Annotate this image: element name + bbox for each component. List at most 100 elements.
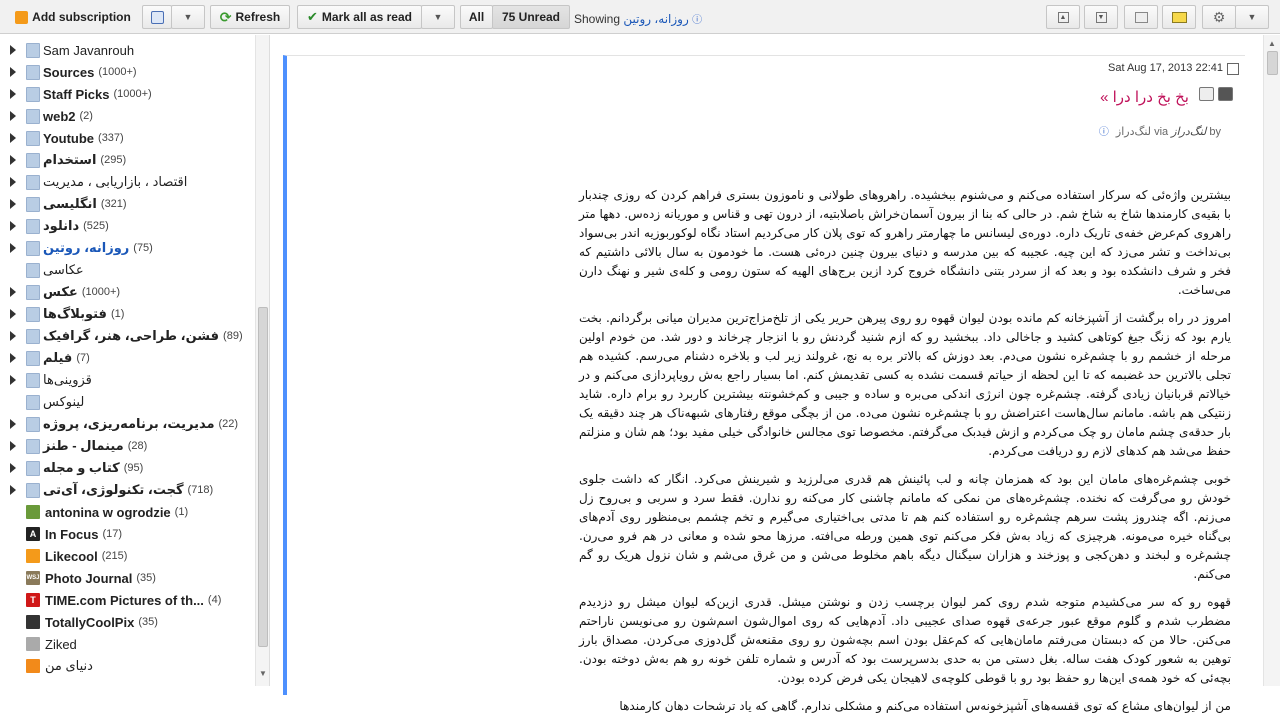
expand-arrow-icon[interactable] — [10, 111, 16, 121]
expand-arrow-icon[interactable] — [10, 221, 16, 231]
expand-arrow-icon[interactable] — [10, 133, 16, 143]
expand-arrow-icon[interactable] — [10, 419, 16, 429]
expand-arrow-icon[interactable] — [10, 463, 16, 473]
folder-icon — [26, 108, 40, 124]
filter-unread-button[interactable]: 75 Unread — [492, 5, 570, 29]
sidebar-feed[interactable]: TotallyCoolPix (35) — [0, 611, 254, 633]
expand-arrow-icon[interactable] — [10, 199, 16, 209]
feed-favicon-icon: WSJ — [26, 571, 40, 585]
expand-arrow-icon[interactable] — [10, 155, 16, 165]
mark-read-dropdown-button[interactable]: ▼ — [421, 5, 455, 29]
sidebar-item-label: عکاسی — [43, 262, 84, 277]
next-item-button[interactable]: ▼ — [1084, 5, 1118, 29]
expand-arrow-icon[interactable] — [10, 309, 16, 319]
settings-button[interactable]: ⚙ — [1202, 5, 1236, 29]
sidebar-item-label: web2 — [43, 108, 76, 124]
sidebar-folder[interactable]: Sam Javanrouh — [0, 39, 254, 61]
sidebar-folder[interactable]: مینمال - طنز (28) — [0, 435, 254, 457]
unread-count: (1000+) — [113, 88, 152, 100]
info-icon[interactable]: ⓘ — [692, 15, 702, 26]
sidebar-feed[interactable]: Ziked — [0, 633, 254, 655]
sidebar-folder[interactable]: کتاب و مجله (95) — [0, 457, 254, 479]
entry-card[interactable]: Sat Aug 17, 2013 22:41 بخ بخ درا درا » b… — [283, 55, 1245, 713]
sidebar-folder[interactable]: گجت، تکنولوژی، آی‌تی (718) — [0, 479, 254, 501]
sidebar-folder[interactable]: استخدام (295) — [0, 149, 254, 171]
sidebar-folder[interactable]: Youtube (337) — [0, 127, 254, 149]
sidebar-item-label: TIME.com Pictures of th... — [45, 592, 204, 608]
sidebar-feed[interactable]: A In Focus (17) — [0, 523, 254, 545]
info-icon[interactable]: ⓘ — [1099, 127, 1109, 138]
folder-icon — [26, 350, 40, 366]
showing-label: Showing روزانه، روتین ⓘ — [574, 12, 703, 26]
unread-count: (1) — [174, 506, 189, 518]
expand-arrow-icon[interactable] — [10, 353, 16, 363]
expand-arrow-icon[interactable] — [10, 287, 16, 297]
camera-icon[interactable] — [1218, 87, 1233, 101]
sidebar-folder[interactable]: عکاسی — [0, 259, 254, 281]
sidebar-scrollbar-thumb[interactable] — [258, 307, 268, 647]
feed-favicon-icon — [26, 549, 40, 563]
add-subscription-button[interactable]: Add subscription — [8, 5, 138, 29]
sidebar-folder[interactable]: انگلیسی (321) — [0, 193, 254, 215]
sidebar-folder[interactable]: اقتصاد ، بازاریابی ، مدیریت — [0, 171, 254, 193]
sidebar-folder[interactable]: فتوبلاگ‌ها (1) — [0, 303, 254, 325]
sidebar-folder[interactable]: قزوینی‌ها — [0, 369, 254, 391]
expand-arrow-icon[interactable] — [10, 45, 16, 55]
folder-icon — [26, 240, 40, 256]
feed-favicon-icon: T — [26, 593, 40, 607]
list-view-button[interactable] — [1162, 5, 1196, 29]
settings-view-icon — [150, 10, 164, 24]
sidebar-item-label: فیلم — [43, 350, 73, 365]
view-dropdown-button[interactable]: ▼ — [171, 5, 205, 29]
expand-arrow-icon[interactable] — [10, 441, 16, 451]
unread-count: (718) — [187, 484, 214, 496]
entry-source[interactable]: لنگ‌دراز — [1116, 126, 1151, 138]
sidebar-folder[interactable]: لینوکس — [0, 391, 254, 413]
sidebar-folder[interactable]: web2 (2) — [0, 105, 254, 127]
expand-arrow-icon[interactable] — [10, 375, 16, 385]
expand-arrow-icon[interactable] — [10, 243, 16, 253]
sidebar-folder[interactable]: مدیریت، برنامه‌ریزی، پروژه (22) — [0, 413, 254, 435]
sidebar-folder[interactable]: روزانه، روتین (75) — [0, 237, 254, 259]
filter-all-button[interactable]: All — [460, 5, 493, 29]
sidebar-folder[interactable]: Sources (1000+) — [0, 61, 254, 83]
entry-paragraph: بیشترین واژه‌ئی که سرکار استفاده می‌کنم … — [579, 188, 1231, 297]
sidebar-folder[interactable]: Staff Picks (1000+) — [0, 83, 254, 105]
settings-dropdown-button[interactable]: ▼ — [1235, 5, 1269, 29]
card-icon[interactable] — [1199, 87, 1214, 101]
entries-scrollbar[interactable]: ▲ — [1263, 35, 1280, 686]
expand-arrow-icon[interactable] — [10, 89, 16, 99]
sidebar-feed[interactable]: دنیای من — [0, 655, 254, 677]
sidebar-folder[interactable]: دانلود (525) — [0, 215, 254, 237]
unread-count: (1000+) — [98, 66, 137, 78]
entry-title[interactable]: بخ بخ درا درا » — [1100, 88, 1189, 106]
folder-icon — [26, 306, 40, 322]
scroll-down-icon[interactable]: ▼ — [259, 669, 267, 678]
sidebar-feed[interactable]: WSJ Photo Journal (35) — [0, 567, 254, 589]
expand-arrow-icon[interactable] — [10, 177, 16, 187]
view-settings-button[interactable] — [142, 5, 172, 29]
refresh-button[interactable]: ⟳ Refresh — [210, 5, 290, 29]
sidebar-feed[interactable]: Likecool (215) — [0, 545, 254, 567]
expand-arrow-icon[interactable] — [10, 67, 16, 77]
expand-arrow-icon[interactable] — [10, 331, 16, 341]
sidebar-feed[interactable]: T TIME.com Pictures of th... (4) — [0, 589, 254, 611]
unread-count: (2) — [79, 110, 93, 122]
sidebar-feed[interactable]: antonina w ogrodzie (1) — [0, 501, 254, 523]
entry-date: Sat Aug 17, 2013 22:41 — [1108, 62, 1223, 74]
sidebar-folder[interactable]: فشن، طراحی، هنر، گرافیک (89) — [0, 325, 254, 347]
expanded-view-button[interactable] — [1124, 5, 1158, 29]
feed-favicon-icon — [26, 659, 40, 673]
unread-count: (337) — [98, 132, 124, 144]
expand-arrow-icon[interactable] — [10, 485, 16, 495]
entries-scrollbar-thumb[interactable] — [1267, 51, 1278, 75]
scroll-up-icon[interactable]: ▲ — [1268, 39, 1276, 48]
sidebar-folder[interactable]: فیلم (7) — [0, 347, 254, 369]
mark-all-read-button[interactable]: ✔ Mark all as read — [297, 5, 422, 29]
folder-icon — [26, 196, 40, 212]
sidebar-folder[interactable]: عکس (1000+) — [0, 281, 254, 303]
previous-item-button[interactable]: ▲ — [1046, 5, 1080, 29]
sidebar-scrollbar[interactable]: ▼ — [255, 35, 269, 686]
open-original-icon[interactable] — [1227, 63, 1239, 75]
unread-count: (35) — [136, 572, 156, 584]
